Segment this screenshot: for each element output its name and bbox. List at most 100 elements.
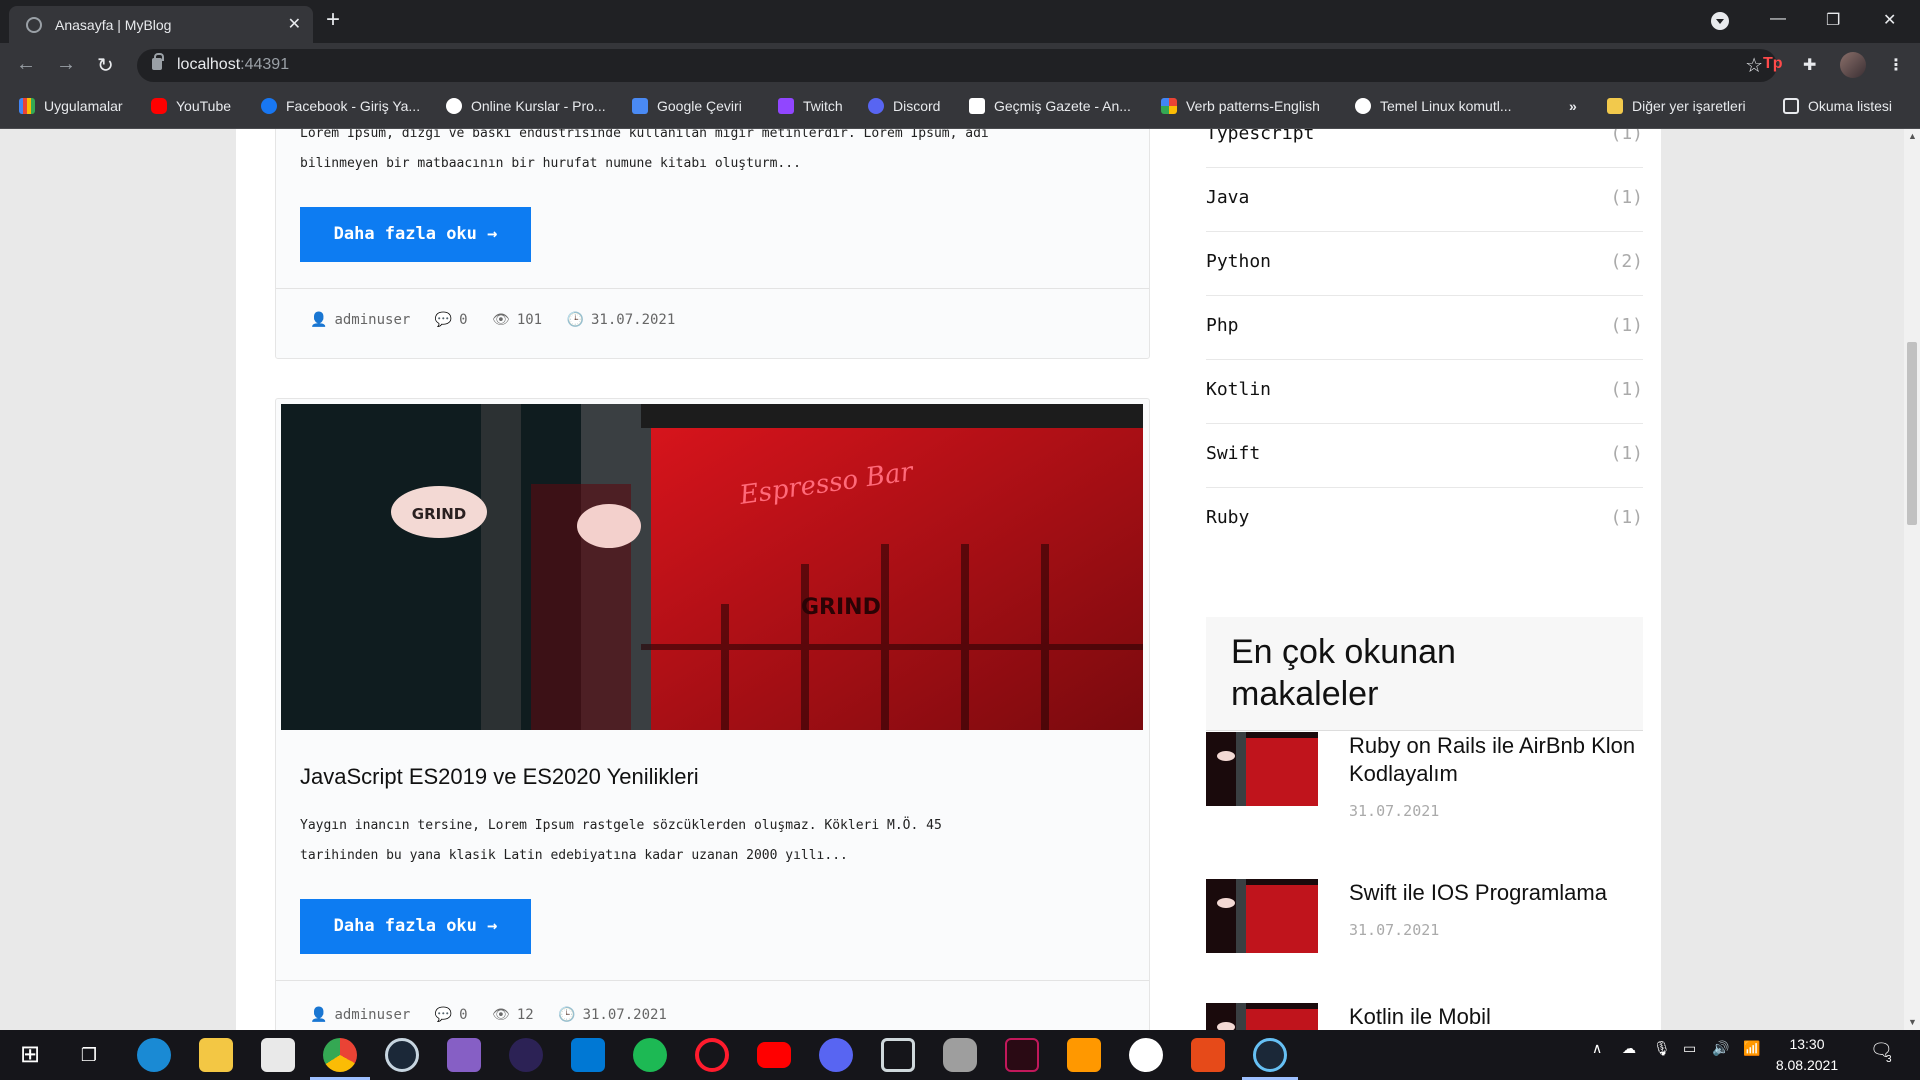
post-date: 31.07.2021 xyxy=(591,312,676,328)
bookmark-youtube[interactable]: YouTube xyxy=(151,98,231,114)
post-author[interactable]: adminuser xyxy=(334,1007,410,1023)
category-item[interactable]: Java (1) xyxy=(1206,168,1643,232)
popular-article[interactable]: Ruby on Rails ile AirBnb Klon Kodlayalım… xyxy=(1206,732,1643,852)
reading-list-button[interactable]: Okuma listesi xyxy=(1783,98,1892,114)
comment-icon: 💬 xyxy=(434,312,453,328)
category-item[interactable]: Ruby (1) xyxy=(1206,488,1643,552)
scrollbar-thumb[interactable] xyxy=(1907,342,1917,525)
tab-search-icon[interactable] xyxy=(1711,12,1729,30)
page-viewport: Lorem Ipsum, dizgi ve baskı endüstrisind… xyxy=(0,129,1904,1030)
eye-icon: 👁 xyxy=(492,312,510,328)
steam-icon[interactable] xyxy=(385,1038,419,1072)
extension-tp-icon[interactable]: Tp xyxy=(1763,55,1783,73)
discord-app-icon[interactable] xyxy=(819,1038,853,1072)
more-bookmarks-button[interactable]: » xyxy=(1569,98,1577,114)
sublime-icon[interactable] xyxy=(1067,1038,1101,1072)
visual-studio-icon[interactable] xyxy=(447,1038,481,1072)
post-excerpt: Yaygın inancın tersine, Lorem Ipsum rast… xyxy=(300,818,942,863)
database-icon[interactable] xyxy=(943,1038,977,1072)
wifi-icon[interactable]: 📶 xyxy=(1743,1040,1760,1057)
battery-icon[interactable]: ▭ xyxy=(1683,1040,1696,1057)
read-more-button[interactable]: Daha fazla oku → xyxy=(300,207,531,262)
popular-article-thumbnail[interactable] xyxy=(1206,732,1318,806)
tray-expand-icon[interactable]: ∧ xyxy=(1592,1040,1602,1057)
address-bar[interactable]: localhost:44391 ☆ xyxy=(137,49,1777,82)
category-item[interactable]: Python (2) xyxy=(1206,232,1643,296)
bookmark-apps[interactable]: Uygulamalar xyxy=(19,98,123,114)
steam-secondary-icon[interactable] xyxy=(1253,1038,1287,1072)
opera-icon[interactable] xyxy=(695,1038,729,1072)
word-online-icon[interactable] xyxy=(1129,1038,1163,1072)
clock-icon: 🕒 xyxy=(558,1007,576,1023)
bookmarks-bar: Uygulamalar YouTube Facebook - Giriş Ya.… xyxy=(0,88,1920,129)
post-image[interactable]: GRIND Espresso Bar GRIND xyxy=(281,404,1143,730)
microphone-icon[interactable]: 🎙 xyxy=(1653,1040,1671,1057)
bookmark-star-icon[interactable]: ☆ xyxy=(1745,53,1763,78)
volume-icon[interactable]: 🔊 xyxy=(1712,1040,1729,1057)
restore-icon[interactable]: ❐ xyxy=(1826,10,1840,30)
browser-menu-icon[interactable]: ⋮ xyxy=(1888,55,1904,75)
category-item[interactable]: Php (1) xyxy=(1206,296,1643,360)
post-author[interactable]: adminuser xyxy=(334,312,410,328)
spotify-icon[interactable] xyxy=(633,1038,667,1072)
tab-close-icon[interactable]: ✕ xyxy=(288,14,301,34)
popular-article[interactable]: Kotlin ile Mobil xyxy=(1206,1003,1643,1030)
task-view-icon[interactable]: ❐ xyxy=(72,1038,106,1072)
bookmark-facebook[interactable]: Facebook - Giriş Ya... xyxy=(261,98,420,114)
scroll-down-icon[interactable]: ▼ xyxy=(1908,1017,1917,1027)
popular-article[interactable]: Swift ile IOS Programlama 31.07.2021 xyxy=(1206,879,1643,989)
valorant-icon[interactable] xyxy=(1005,1038,1039,1072)
post-excerpt: Lorem Ipsum, dizgi ve baskı endüstrisind… xyxy=(300,129,989,171)
file-explorer-icon[interactable] xyxy=(199,1038,233,1072)
tab-title: Anasayfa | MyBlog xyxy=(55,17,172,33)
bookmark-twitch[interactable]: Twitch xyxy=(778,98,843,114)
bookmark-newspaper[interactable]: Geçmiş Gazete - An... xyxy=(969,98,1131,114)
bookmark-discord[interactable]: Discord xyxy=(868,98,940,114)
browser-tab-active[interactable]: Anasayfa | MyBlog ✕ xyxy=(9,6,313,43)
post-title[interactable]: JavaScript ES2019 ve ES2020 Yenilikleri xyxy=(300,764,699,790)
card-divider xyxy=(276,980,1149,981)
reload-icon[interactable]: ↻ xyxy=(97,53,114,78)
eclipse-icon[interactable] xyxy=(509,1038,543,1072)
popular-article-thumbnail[interactable] xyxy=(1206,1003,1318,1030)
category-item[interactable]: Typescript (1) xyxy=(1206,129,1643,168)
read-more-button[interactable]: Daha fazla oku → xyxy=(300,899,531,954)
facebook-icon xyxy=(261,98,277,114)
forward-icon[interactable]: → xyxy=(56,53,76,76)
bookmark-linux[interactable]: Temel Linux komutl... xyxy=(1355,98,1512,114)
bookmark-online-courses[interactable]: Online Kurslar - Pro... xyxy=(446,98,606,114)
system-clock[interactable]: 13:30 8.08.2021 xyxy=(1772,1034,1842,1076)
popular-article-title[interactable]: Ruby on Rails ile AirBnb Klon Kodlayalım xyxy=(1349,732,1639,788)
bookmark-verb-patterns[interactable]: Verb patterns-English xyxy=(1161,98,1320,114)
other-bookmarks-folder[interactable]: Diğer yer işaretleri xyxy=(1607,98,1746,114)
virtualbox-icon[interactable] xyxy=(881,1038,915,1072)
edge-icon[interactable] xyxy=(137,1038,171,1072)
notification-count: 3 xyxy=(1886,1054,1892,1065)
lock-icon xyxy=(152,53,164,70)
eye-icon: 👁 xyxy=(492,1007,510,1023)
windows-start-icon[interactable]: ⊞ xyxy=(13,1038,47,1072)
cafe-storefront-image: GRIND Espresso Bar GRIND xyxy=(281,404,1143,730)
tray-app-icon[interactable]: ☁ xyxy=(1622,1040,1636,1057)
new-tab-button[interactable]: + xyxy=(326,6,340,34)
window-close-icon[interactable]: ✕ xyxy=(1883,10,1896,30)
post-date: 31.07.2021 xyxy=(582,1007,667,1023)
profile-avatar[interactable] xyxy=(1840,52,1866,78)
page-scrollbar[interactable]: ▲ ▼ xyxy=(1904,129,1920,1030)
extensions-puzzle-icon[interactable]: ✚ xyxy=(1803,55,1816,75)
bookmark-google-translate[interactable]: Google Çeviri xyxy=(632,98,742,114)
popular-article-title[interactable]: Kotlin ile Mobil xyxy=(1349,1003,1639,1030)
office-icon[interactable] xyxy=(1191,1038,1225,1072)
youtube-app-icon[interactable] xyxy=(757,1042,791,1068)
category-item[interactable]: Swift (1) xyxy=(1206,424,1643,488)
popular-article-title[interactable]: Swift ile IOS Programlama xyxy=(1349,879,1639,907)
chrome-icon[interactable] xyxy=(323,1038,357,1072)
category-item[interactable]: Kotlin (1) xyxy=(1206,360,1643,424)
store-icon[interactable] xyxy=(261,1038,295,1072)
back-icon[interactable]: ← xyxy=(16,53,36,76)
popular-article-thumbnail[interactable] xyxy=(1206,879,1318,953)
vscode-icon[interactable] xyxy=(571,1038,605,1072)
globe-icon xyxy=(1355,98,1371,114)
minimize-icon[interactable]: — xyxy=(1770,10,1786,28)
scroll-up-icon[interactable]: ▲ xyxy=(1908,131,1917,141)
